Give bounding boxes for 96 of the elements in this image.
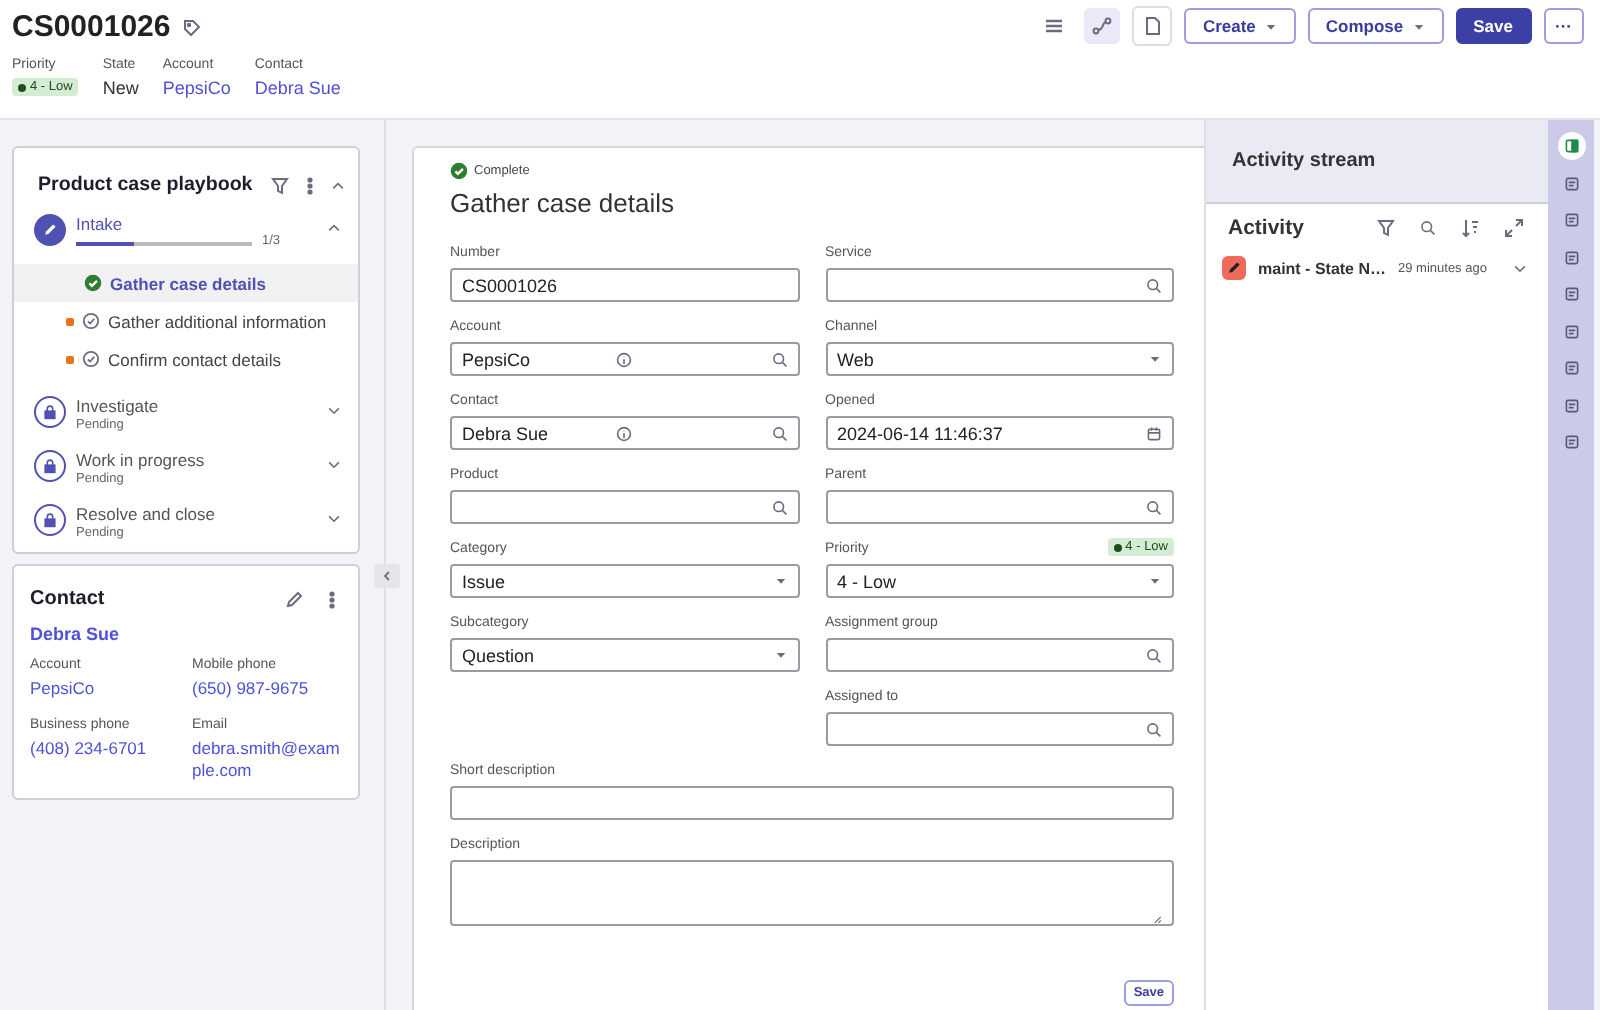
action-button[interactable]: Create (1184, 8, 1296, 44)
search-icon (1146, 499, 1162, 515)
field-link[interactable]: (650) 987-9675 (192, 678, 342, 701)
chevron-left-icon (382, 570, 392, 582)
task-check-icon (82, 312, 100, 330)
more-button[interactable]: ··· (1543, 8, 1584, 44)
calendar-icon (1146, 425, 1162, 441)
dropdown-field[interactable]: 4 - Low (825, 564, 1174, 598)
caret-icon (1263, 19, 1278, 33)
field-link[interactable]: Debra Sue (254, 78, 341, 98)
action-button[interactable]: Compose (1307, 8, 1444, 44)
field-value: New (102, 78, 139, 98)
sort-icon (1460, 218, 1480, 238)
search-icon (1146, 647, 1162, 663)
list-icon (1044, 16, 1065, 36)
stage-name[interactable]: Intake (76, 214, 316, 234)
document-icon (1142, 16, 1163, 36)
search-icon (1146, 721, 1162, 737)
form-title: Gather case details (450, 188, 677, 218)
lock-icon (34, 504, 66, 536)
dropdown-field[interactable]: Question (450, 638, 799, 672)
check-icon (84, 274, 102, 292)
filter-icon (1376, 218, 1396, 238)
panel-icon (1563, 434, 1579, 450)
input-field[interactable]: Debra Sue (450, 416, 799, 450)
stage-name[interactable]: Resolve and close (76, 504, 316, 524)
info-icon (616, 425, 633, 441)
playbook-title: Product case playbook (38, 174, 255, 196)
filter-icon (270, 175, 290, 195)
panel-icon (1563, 323, 1579, 339)
info-icon (616, 351, 633, 367)
expand-icon (1504, 218, 1524, 238)
task-item[interactable]: Gather additional information (14, 302, 358, 340)
sidebar-tab[interactable] (1557, 132, 1585, 160)
resize-handle-icon (1150, 912, 1162, 924)
stage-name[interactable]: Investigate (76, 396, 316, 416)
input-field[interactable] (825, 268, 1174, 302)
panel-icon (1563, 212, 1579, 228)
panel-icon (1563, 175, 1579, 191)
search-icon (771, 351, 787, 367)
task-item[interactable]: Gather case details (14, 264, 358, 302)
field-link[interactable]: PepsiCo (162, 78, 231, 98)
input-field[interactable]: CS0001026 (450, 268, 799, 302)
text-area[interactable] (450, 860, 1174, 926)
toolbar-button[interactable] (1084, 8, 1121, 44)
collapse-button[interactable] (374, 564, 400, 588)
panel-icon (1563, 397, 1579, 413)
contact-name[interactable]: Debra Sue (30, 624, 342, 644)
edit-icon (284, 589, 304, 609)
lock-icon (34, 396, 66, 428)
search-icon (1420, 220, 1436, 236)
field-link[interactable]: debra.smith@example.com (192, 738, 342, 783)
caret-icon (1411, 19, 1426, 33)
field-link[interactable]: (408) 234-6701 (30, 738, 180, 761)
panel-icon (1563, 360, 1579, 376)
caret-icon (1148, 352, 1162, 366)
caret-icon (773, 574, 787, 588)
dropdown-field[interactable]: Web (825, 342, 1174, 376)
task-check-icon (82, 350, 100, 368)
stage-name[interactable]: Work in progress (76, 450, 316, 470)
chevron-down-icon (326, 510, 342, 526)
panel-icon (1563, 249, 1579, 265)
input-field[interactable] (450, 490, 799, 524)
pencil-icon (1222, 256, 1246, 280)
input-field[interactable] (450, 786, 1174, 820)
caret-icon (1148, 574, 1162, 588)
pencil-icon (34, 214, 66, 246)
panel-icon (1563, 138, 1579, 154)
chevron-down-icon (326, 402, 342, 418)
tag-icon (182, 17, 203, 37)
check-icon (450, 162, 468, 180)
activity-entry[interactable]: maint - State N… (1258, 259, 1387, 277)
case-number-title: CS0001026 (12, 10, 171, 44)
input-field[interactable] (825, 638, 1174, 672)
field-link[interactable]: PepsiCo (30, 678, 180, 701)
panel-icon (1563, 286, 1579, 302)
chevron-down-icon (326, 456, 342, 472)
chevron-up-icon (326, 220, 342, 236)
panel-title: Activity stream (1206, 120, 1548, 204)
chevron-down-icon (1512, 260, 1528, 276)
input-field[interactable] (825, 712, 1174, 746)
activity-title: Activity (1228, 216, 1306, 240)
search-icon (771, 425, 787, 441)
chevron-up-icon (330, 177, 346, 193)
lock-icon (34, 450, 66, 482)
caret-icon (773, 648, 787, 662)
input-field[interactable]: PepsiCo (450, 342, 799, 376)
search-icon (1146, 277, 1162, 293)
dropdown-field[interactable]: Issue (450, 564, 799, 598)
input-field[interactable]: 2024-06-14 11:46:37 (825, 416, 1174, 450)
search-icon (771, 499, 787, 515)
input-field[interactable] (825, 490, 1174, 524)
workflow-icon (1092, 16, 1113, 36)
action-button[interactable]: Save (1455, 8, 1531, 44)
contact-title: Contact (30, 588, 107, 610)
task-item[interactable]: Confirm contact details (14, 340, 358, 378)
